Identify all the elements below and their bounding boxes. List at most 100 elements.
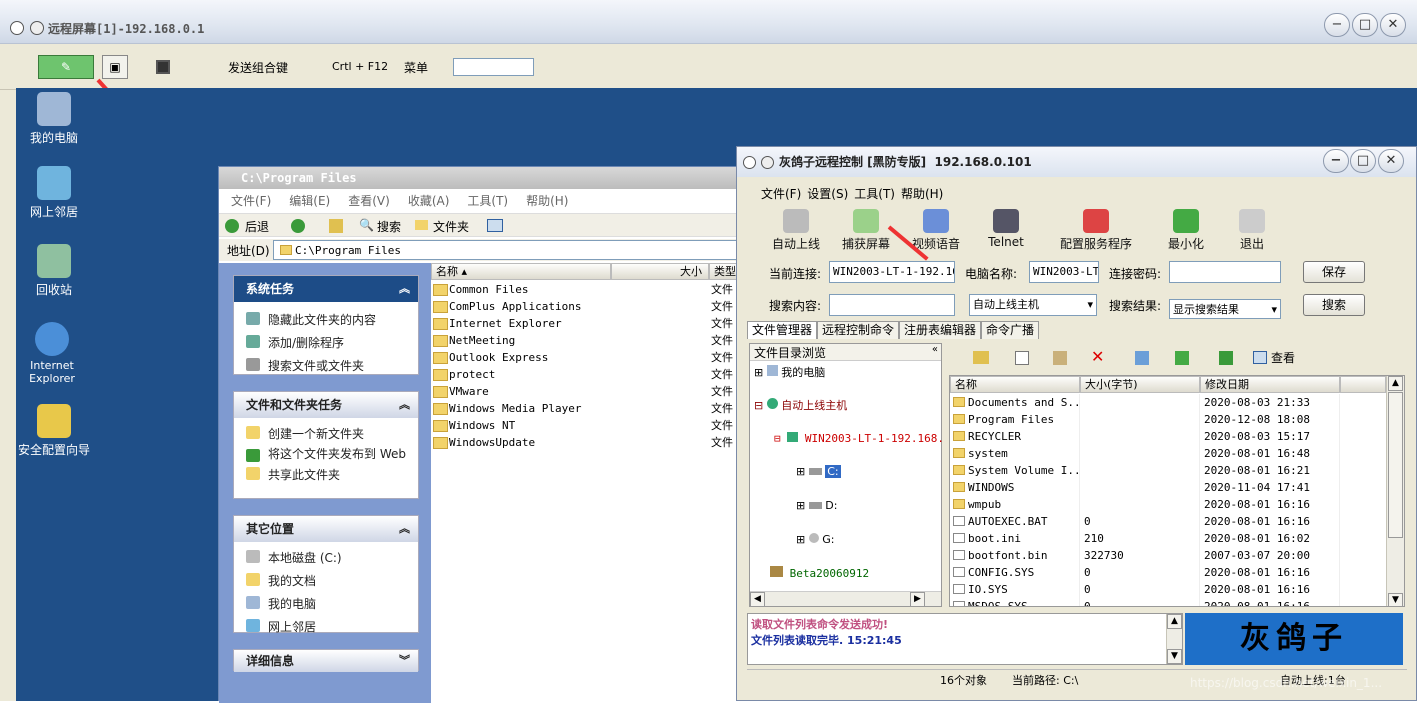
search-content-field[interactable] <box>829 294 955 316</box>
desktop-icon-security-wizard[interactable]: 安全配置向导 <box>14 404 94 458</box>
auto-online-button[interactable]: 自动上线 <box>761 209 831 252</box>
explorer-file-row[interactable]: protect 文件 <box>431 366 737 383</box>
minimize-button[interactable]: − <box>1324 13 1350 37</box>
back-button[interactable]: 后退 <box>245 218 269 235</box>
tree-auto-online[interactable]: ⊟ 自动上线主机 <box>754 397 945 414</box>
forward-icon[interactable] <box>291 219 305 233</box>
place-my-documents[interactable]: 我的文档 <box>234 569 418 592</box>
collapse-icon[interactable]: ︽ <box>399 516 410 542</box>
rc-menu-tools[interactable]: 工具(T) <box>854 187 895 201</box>
file-list-vscroll[interactable]: ▲ ▼ <box>1386 376 1404 606</box>
refresh-icon[interactable] <box>1219 351 1233 365</box>
explorer-file-row[interactable]: WindowsUpdate 文件 <box>431 434 737 451</box>
file-row[interactable]: boot.ini 210 2020-08-01 16:02 <box>950 530 1386 547</box>
config-server-button[interactable]: 配置服务程序 <box>1051 209 1141 252</box>
save-button[interactable]: 保存 <box>1303 261 1365 283</box>
collapse-icon[interactable]: ︽ <box>399 392 410 418</box>
back-icon[interactable] <box>225 219 239 233</box>
column-name[interactable]: 名称 <box>950 376 1080 393</box>
file-row[interactable]: bootfont.bin 322730 2007-03-07 20:00 <box>950 547 1386 564</box>
search-result-select[interactable]: 显示搜索结果 ▾ <box>1169 299 1281 319</box>
other-places-header[interactable]: 其它位置 ︽ <box>234 516 418 542</box>
fullscreen-button[interactable]: ▣ <box>102 55 128 79</box>
computer-name-field[interactable]: WIN2003-LT- <box>1029 261 1099 283</box>
file-row[interactable]: CONFIG.SYS 0 2020-08-01 16:16 <box>950 564 1386 581</box>
tab-remote-commands[interactable]: 远程控制命令 <box>817 321 900 339</box>
column-extra[interactable] <box>1340 376 1386 393</box>
file-row[interactable]: Documents and S... 2020-08-03 21:33 <box>950 394 1386 411</box>
menu-label[interactable]: 菜单 <box>404 59 428 76</box>
save-icon[interactable] <box>156 60 170 74</box>
delete-icon[interactable]: ✕ <box>1091 347 1104 366</box>
maximize-button[interactable]: □ <box>1350 149 1376 173</box>
task-search-files[interactable]: 搜索文件或文件夹 <box>234 354 418 377</box>
menu-favorites[interactable]: 收藏(A) <box>408 194 450 208</box>
file-row[interactable]: System Volume I... 2020-08-01 16:21 <box>950 462 1386 479</box>
file-row[interactable]: Program Files 2020-12-08 18:08 <box>950 411 1386 428</box>
search-button[interactable]: 搜索 <box>1303 294 1365 316</box>
control-toggle-button[interactable]: ✎ <box>38 55 94 79</box>
place-local-disk[interactable]: 本地磁盘 (C:) <box>234 546 418 569</box>
rc-menu-settings[interactable]: 设置(S) <box>807 187 848 201</box>
desktop-icon-network[interactable]: 网上邻居 <box>14 166 94 220</box>
collapse-panel-icon[interactable]: « <box>932 344 938 355</box>
tab-file-manager[interactable]: 文件管理器 <box>747 321 818 339</box>
explorer-file-row[interactable]: Outlook Express 文件 <box>431 349 737 366</box>
task-hide-contents[interactable]: 隐藏此文件夹的内容 <box>234 308 418 331</box>
tree-host[interactable]: ⊟ WIN2003-LT-1-192.168. <box>774 430 965 447</box>
tree-my-computer[interactable]: ⊞ 我的电脑 <box>754 364 945 381</box>
menu-edit[interactable]: 编辑(E) <box>289 194 330 208</box>
column-name[interactable]: 名称 ▴ <box>431 263 611 280</box>
combo-input[interactable] <box>453 58 534 76</box>
file-tasks-header[interactable]: 文件和文件夹任务 ︽ <box>234 392 418 418</box>
details-header[interactable]: 详细信息 ︾ <box>234 650 418 672</box>
desktop-icon-my-computer[interactable]: 我的电脑 <box>14 92 94 146</box>
task-add-remove-programs[interactable]: 添加/删除程序 <box>234 331 418 354</box>
explorer-file-row[interactable]: NetMeeting 文件 <box>431 332 737 349</box>
log-vscroll[interactable]: ▲ ▼ <box>1166 614 1182 664</box>
paste-icon[interactable] <box>1053 351 1067 365</box>
file-row[interactable]: MSDOS.SYS 0 2020-08-01 16:16 <box>950 598 1386 606</box>
desktop-icon-ie[interactable]: Internet Explorer <box>14 322 90 385</box>
desktop-icon-recycle-bin[interactable]: 回收站 <box>14 244 94 298</box>
menu-file[interactable]: 文件(F) <box>231 194 271 208</box>
column-type[interactable]: 类型 <box>709 263 737 280</box>
explorer-file-row[interactable]: VMware 文件 <box>431 383 737 400</box>
rc-menu-file[interactable]: 文件(F) <box>761 187 801 201</box>
file-row[interactable]: WINDOWS 2020-11-04 17:41 <box>950 479 1386 496</box>
exit-button[interactable]: 退出 <box>1217 209 1287 252</box>
task-share-folder[interactable]: 共享此文件夹 <box>234 463 418 486</box>
tab-registry-editor[interactable]: 注册表编辑器 <box>899 321 982 339</box>
file-row[interactable]: wmpub 2020-08-01 16:16 <box>950 496 1386 513</box>
search-scope-select[interactable]: 自动上线主机 ▾ <box>969 294 1097 316</box>
upload-icon[interactable] <box>1135 351 1149 365</box>
search-button[interactable]: 搜索 <box>377 218 401 235</box>
up-folder-icon[interactable] <box>329 219 343 233</box>
explorer-file-row[interactable]: ComPlus Applications 文件 <box>431 298 737 315</box>
place-my-computer[interactable]: 我的电脑 <box>234 592 418 615</box>
close-button[interactable]: ✕ <box>1378 149 1404 173</box>
scroll-down-icon[interactable]: ▼ <box>1388 593 1403 606</box>
minimize-tool-button[interactable]: 最小化 <box>1151 209 1221 252</box>
place-network[interactable]: 网上邻居 <box>234 615 418 638</box>
download-icon[interactable] <box>1175 351 1189 365</box>
file-row[interactable]: AUTOEXEC.BAT 0 2020-08-01 16:16 <box>950 513 1386 530</box>
file-row[interactable]: IO.SYS 0 2020-08-01 16:16 <box>950 581 1386 598</box>
column-size[interactable]: 大小 <box>611 263 709 280</box>
explorer-file-row[interactable]: Windows Media Player 文件 <box>431 400 737 417</box>
collapse-icon[interactable]: ︽ <box>399 276 410 302</box>
tree-hscroll[interactable]: ◀ ▶ <box>750 591 941 607</box>
scroll-thumb[interactable] <box>1388 392 1403 538</box>
expand-icon[interactable]: ︾ <box>399 650 410 672</box>
file-row[interactable]: RECYCLER 2020-08-03 15:17 <box>950 428 1386 445</box>
maximize-button[interactable]: □ <box>1352 13 1378 37</box>
copy-icon[interactable] <box>1015 351 1029 365</box>
system-menu-icon[interactable] <box>743 156 756 169</box>
column-date[interactable]: 修改日期 <box>1200 376 1340 393</box>
task-new-folder[interactable]: 创建一个新文件夹 <box>234 422 418 445</box>
view-icon[interactable] <box>1253 351 1267 364</box>
menu-help[interactable]: 帮助(H) <box>526 194 568 208</box>
close-button[interactable]: ✕ <box>1380 13 1406 37</box>
task-publish-web[interactable]: 将这个文件夹发布到 Web <box>234 445 418 463</box>
tree-beta[interactable]: Beta20060912 <box>770 565 961 582</box>
